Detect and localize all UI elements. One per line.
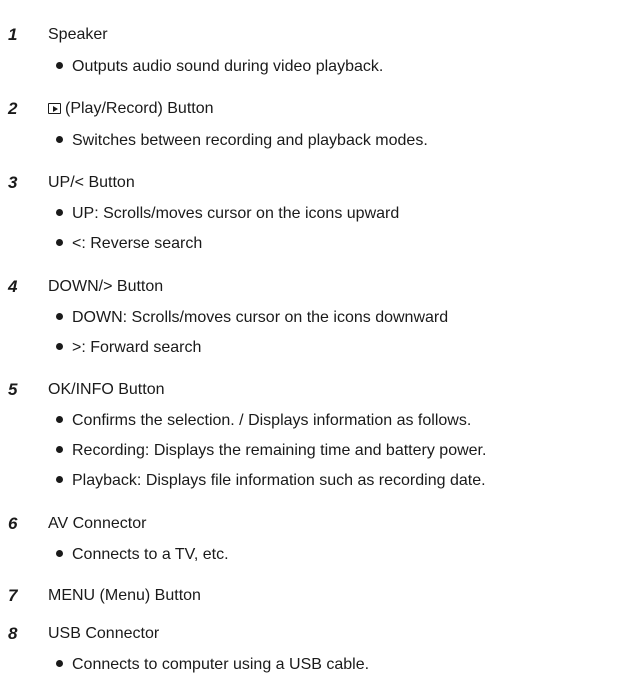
- bullet-item: Outputs audio sound during video playbac…: [56, 56, 383, 78]
- bullet-dot: [56, 313, 63, 320]
- item-number: 1: [8, 25, 18, 44]
- item-title-wrap: (Play/Record) Button: [48, 98, 214, 120]
- item-number: 5: [8, 380, 18, 399]
- bullet-text: <: Reverse search: [72, 235, 203, 252]
- item-title: Speaker: [48, 26, 108, 43]
- bullet-item: Connects to a TV, etc.: [56, 544, 229, 566]
- bullet-text: Connects to computer using a USB cable.: [72, 656, 370, 673]
- bullet-dot: [56, 446, 63, 453]
- item-title: (Play/Record) Button: [65, 100, 214, 117]
- bullet-text: DOWN: Scrolls/moves cursor on the icons …: [72, 309, 449, 326]
- bullet-text: Connects to a TV, etc.: [72, 546, 229, 563]
- parts-description-list: 1 Speaker Outputs audio sound during vid…: [0, 0, 623, 687]
- bullet-dot: [56, 343, 63, 350]
- bullet-text: Recording: Displays the remaining time a…: [72, 442, 487, 459]
- item-number: 8: [8, 624, 18, 643]
- bullet-text: Switches between recording and playback …: [72, 132, 428, 149]
- item-number: 2: [8, 99, 18, 118]
- bullet-text: Playback: Displays file information such…: [72, 472, 486, 489]
- bullet-item: Confirms the selection. / Displays infor…: [56, 410, 471, 432]
- item-title: OK/INFO Button: [48, 381, 165, 398]
- bullet-item: Switches between recording and playback …: [56, 130, 428, 152]
- item-number: 7: [8, 586, 18, 605]
- item-title: USB Connector: [48, 625, 160, 642]
- play-record-icon: [48, 103, 61, 114]
- bullet-dot: [56, 660, 63, 667]
- bullet-dot: [56, 239, 63, 246]
- bullet-item: DOWN: Scrolls/moves cursor on the icons …: [56, 307, 448, 329]
- item-number: 4: [8, 277, 18, 296]
- item-number: 6: [8, 514, 18, 533]
- item-title: AV Connector: [48, 515, 147, 532]
- item-title: DOWN/> Button: [48, 278, 164, 295]
- bullet-text: UP: Scrolls/moves cursor on the icons up…: [72, 205, 400, 222]
- bullet-text: Outputs audio sound during video playbac…: [72, 58, 384, 75]
- bullet-item: UP: Scrolls/moves cursor on the icons up…: [56, 203, 399, 225]
- bullet-dot: [56, 476, 63, 483]
- bullet-dot: [56, 550, 63, 557]
- bullet-text: Confirms the selection. / Displays infor…: [72, 412, 472, 429]
- item-title: UP/< Button: [48, 174, 135, 191]
- bullet-item: Recording: Displays the remaining time a…: [56, 440, 486, 462]
- item-number: 3: [8, 173, 18, 192]
- bullet-item: <: Reverse search: [56, 233, 202, 255]
- bullet-item: Connects to computer using a USB cable.: [56, 654, 369, 676]
- bullet-dot: [56, 62, 63, 69]
- bullet-dot: [56, 136, 63, 143]
- bullet-item: Playback: Displays file information such…: [56, 470, 486, 492]
- bullet-text: >: Forward search: [72, 339, 202, 356]
- bullet-item: >: Forward search: [56, 337, 201, 359]
- bullet-dot: [56, 209, 63, 216]
- item-title: MENU (Menu) Button: [48, 587, 201, 604]
- bullet-dot: [56, 416, 63, 423]
